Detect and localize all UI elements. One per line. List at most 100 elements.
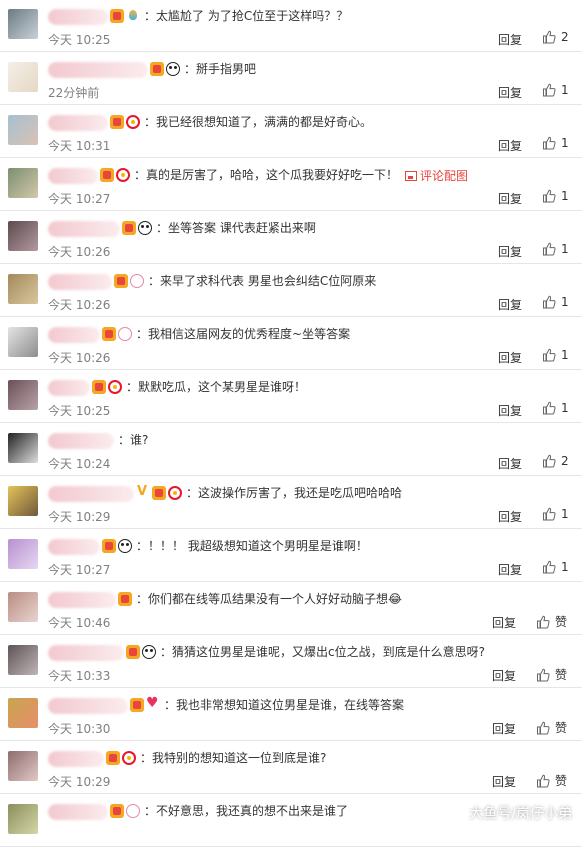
- avatar[interactable]: [8, 433, 38, 463]
- comment-row: ：猜猜这位男星是谁呢，又爆出c位之战，到底是什么意思呀? 今天 10:33 回复 赞: [0, 636, 582, 688]
- avatar[interactable]: [8, 486, 38, 516]
- like-button[interactable]: 1: [542, 401, 569, 415]
- comment-time: 今天 10:31: [48, 139, 111, 153]
- reply-button[interactable]: 回复: [498, 84, 522, 101]
- username-blurred[interactable]: [48, 115, 108, 131]
- badge-group: [150, 61, 180, 77]
- weibo-badge-icon: [122, 751, 136, 765]
- panda-badge-icon: [138, 221, 152, 235]
- username-blurred[interactable]: [48, 645, 124, 661]
- reply-button[interactable]: 回复: [492, 720, 516, 737]
- avatar[interactable]: [8, 168, 38, 198]
- like-button[interactable]: 赞: [536, 666, 567, 683]
- comment-body: 猜猜这位男星是谁呢，又爆出c位之战，到底是什么意思呀?: [172, 645, 485, 659]
- username-blurred[interactable]: [48, 751, 104, 767]
- username-blurred[interactable]: [48, 327, 100, 343]
- comment-image-link[interactable]: 评论配图: [405, 167, 468, 184]
- avatar[interactable]: [8, 380, 38, 410]
- avatar[interactable]: [8, 274, 38, 304]
- comment-text: ：我相信这届网友的优秀程度~坐等答案: [136, 326, 350, 342]
- reply-button[interactable]: 回复: [498, 561, 522, 578]
- comment-text: ：这波操作厉害了，我还是吃瓜吧哈哈哈: [186, 485, 402, 501]
- comment-body: 我也非常想知道这位男星是谁，在线等答案: [176, 698, 405, 712]
- comment-row: ：谁? 今天 10:24 回复 2: [0, 424, 582, 476]
- avatar[interactable]: [8, 539, 38, 569]
- badge-group: [102, 326, 132, 342]
- vip-badge-icon: [114, 274, 128, 288]
- weibo-badge-icon: [126, 115, 140, 129]
- avatar[interactable]: [8, 751, 38, 781]
- badge-group: [92, 379, 122, 395]
- like-button[interactable]: 1: [542, 295, 569, 309]
- badge-group: [102, 538, 132, 554]
- reply-button[interactable]: 回复: [498, 455, 522, 472]
- vip-badge-icon: [110, 115, 124, 129]
- like-count: 1: [561, 295, 569, 309]
- username-blurred[interactable]: [48, 274, 112, 290]
- avatar[interactable]: [8, 327, 38, 357]
- like-button[interactable]: 1: [542, 348, 569, 362]
- username-blurred[interactable]: [48, 380, 90, 396]
- reply-button[interactable]: 回复: [492, 667, 516, 684]
- like-count: 1: [561, 83, 569, 97]
- vip-badge-icon: [106, 751, 120, 765]
- comment-row: ：我也非常想知道这位男星是谁，在线等答案今天 10:30 回复 赞: [0, 689, 582, 741]
- thumbs-up-icon: [542, 83, 556, 97]
- reply-button[interactable]: 回复: [498, 508, 522, 525]
- username-blurred[interactable]: [48, 486, 134, 502]
- like-button[interactable]: 2: [542, 30, 569, 44]
- comment-body: 掰手指男吧: [196, 62, 257, 76]
- reply-button[interactable]: 回复: [498, 402, 522, 419]
- colon-separator: ：: [136, 327, 149, 341]
- comment-body: 这波操作厉害了，我还是吃瓜吧哈哈哈: [198, 486, 403, 500]
- reply-button[interactable]: 回复: [492, 773, 516, 790]
- avatar[interactable]: [8, 221, 38, 251]
- username-blurred[interactable]: [48, 168, 98, 184]
- comment-body: 我已经很想知道了，满满的都是好奇心。: [156, 115, 373, 129]
- like-button[interactable]: 1: [542, 189, 569, 203]
- avatar[interactable]: [8, 592, 38, 622]
- badge-group: [110, 8, 140, 24]
- like-count: 1: [561, 136, 569, 150]
- reply-button[interactable]: 回复: [498, 137, 522, 154]
- reply-button[interactable]: 回复: [498, 190, 522, 207]
- reply-button[interactable]: 回复: [492, 614, 516, 631]
- like-button[interactable]: 1: [542, 83, 569, 97]
- username-blurred[interactable]: [48, 539, 100, 555]
- like-button[interactable]: 赞: [536, 613, 567, 630]
- badge-group: [100, 167, 130, 183]
- thumbs-up-icon: [542, 560, 556, 574]
- reply-button[interactable]: 回复: [498, 31, 522, 48]
- avatar[interactable]: [8, 115, 38, 145]
- comment-text: ：！！！ 我超级想知道这个男明星是谁啊！: [136, 538, 368, 554]
- like-button[interactable]: 赞: [536, 719, 567, 736]
- badge-group: [126, 644, 156, 660]
- username-blurred[interactable]: [48, 9, 108, 25]
- like-button[interactable]: 1: [542, 242, 569, 256]
- comment-text: ：你们都在线等瓜结果没有一个人好好动脑子想😂: [136, 591, 402, 607]
- username-blurred[interactable]: [48, 221, 120, 237]
- reply-button[interactable]: 回复: [498, 296, 522, 313]
- reply-button[interactable]: 回复: [498, 349, 522, 366]
- username-blurred[interactable]: [48, 62, 148, 78]
- avatar[interactable]: [8, 804, 38, 834]
- comment-time: 今天 10:24: [48, 457, 111, 471]
- username-blurred[interactable]: [48, 592, 116, 608]
- username-blurred[interactable]: [48, 698, 128, 714]
- username-blurred[interactable]: [48, 433, 114, 449]
- like-button[interactable]: 2: [542, 454, 569, 468]
- avatar[interactable]: [8, 645, 38, 675]
- vip-badge-icon: [110, 9, 124, 23]
- avatar[interactable]: [8, 62, 38, 92]
- like-button[interactable]: 1: [542, 560, 569, 574]
- like-button[interactable]: 1: [542, 507, 569, 521]
- username-blurred[interactable]: [48, 804, 108, 820]
- like-count: 1: [561, 242, 569, 256]
- reply-button[interactable]: 回复: [498, 243, 522, 260]
- like-button[interactable]: 赞: [536, 772, 567, 789]
- comment-text: ：不好意思，我还真的想不出来是谁了: [144, 803, 348, 819]
- avatar[interactable]: [8, 9, 38, 39]
- avatar[interactable]: [8, 698, 38, 728]
- vip-badge-icon: [110, 804, 124, 818]
- like-button[interactable]: 1: [542, 136, 569, 150]
